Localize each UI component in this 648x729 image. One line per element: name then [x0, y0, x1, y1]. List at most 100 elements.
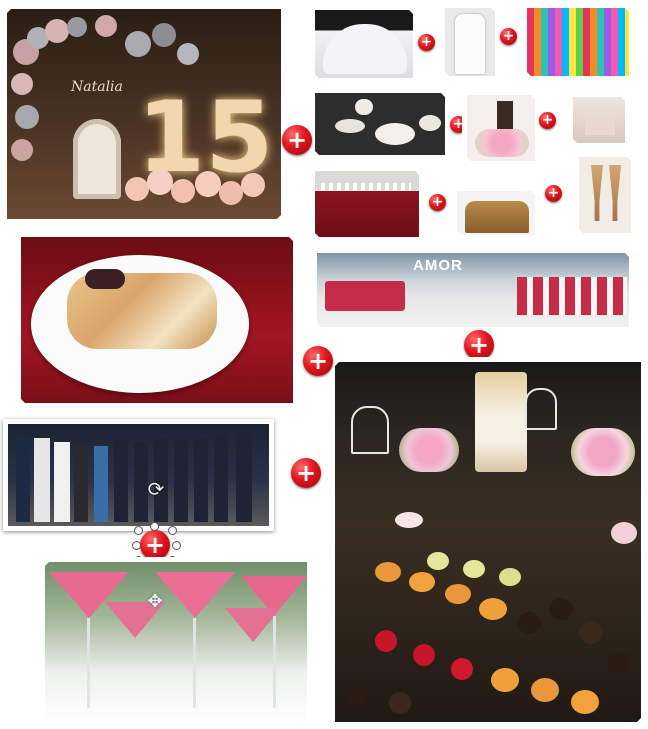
balloon [177, 43, 199, 65]
flower-arrangement [399, 428, 459, 472]
resize-handle[interactable] [150, 522, 159, 531]
plus-icon[interactable]: + [291, 458, 321, 488]
staff-person [74, 446, 88, 522]
plus-icon[interactable]: + [282, 125, 312, 155]
move-icon[interactable]: ✥ [144, 591, 166, 613]
lantern-centerpiece-thumb[interactable] [462, 90, 540, 166]
dessert [445, 584, 471, 604]
throne-chair [73, 119, 121, 199]
plus-icon[interactable]: + [429, 194, 446, 211]
dessert [389, 692, 411, 714]
gift-box [585, 117, 615, 135]
glass-stem [193, 618, 196, 708]
resize-handle[interactable] [172, 541, 181, 550]
plate [419, 115, 441, 131]
plus-icon[interactable]: + [303, 346, 333, 376]
chair-cover [455, 14, 485, 74]
dessert [463, 560, 485, 578]
balloon [95, 15, 117, 37]
balloon [11, 73, 33, 95]
champagne-flutes-thumb[interactable] [574, 152, 636, 238]
staff-person [34, 438, 50, 522]
dessert [409, 572, 435, 592]
flute [609, 165, 621, 221]
staff-person [174, 440, 188, 522]
flowers [475, 129, 529, 157]
balloon [171, 179, 195, 203]
staff-group-photo[interactable] [3, 419, 274, 531]
colored-fabrics-thumb[interactable] [522, 3, 634, 81]
dessert [427, 552, 449, 570]
birdcage [351, 406, 389, 454]
plate [375, 123, 415, 145]
glass-stem [273, 616, 276, 708]
staff-person [94, 446, 108, 522]
dessert [375, 630, 397, 652]
staff-person [214, 436, 228, 522]
garnish [85, 269, 125, 289]
balloon [67, 17, 87, 37]
resize-handle[interactable] [132, 541, 141, 550]
dessert [517, 612, 541, 634]
red-table-right [517, 277, 627, 315]
dessert [479, 598, 507, 620]
plus-icon[interactable]: + [464, 330, 494, 360]
dessert [413, 644, 435, 666]
glass-stem [87, 618, 90, 708]
dessert [611, 522, 637, 544]
plus-icon[interactable]: + [539, 112, 556, 129]
staff-person [114, 440, 128, 522]
balloon [147, 169, 173, 195]
plate [335, 119, 365, 133]
dessert [571, 690, 599, 714]
dessert [531, 678, 559, 702]
lantern [497, 101, 513, 131]
chair-cover-thumb[interactable] [440, 3, 500, 81]
teapot [355, 99, 373, 115]
red-table-thumb[interactable] [310, 166, 424, 242]
dessert [395, 512, 423, 528]
event-salon-photo[interactable]: AMOR [312, 248, 634, 332]
resize-handle[interactable] [168, 526, 177, 535]
rotate-icon[interactable]: ⟳ [145, 478, 167, 500]
plated-food-photo[interactable] [16, 232, 298, 408]
plus-icon[interactable]: + [140, 530, 170, 560]
plus-icon[interactable]: + [418, 34, 435, 51]
balloon [15, 105, 39, 129]
cake [475, 372, 527, 472]
dessert [491, 668, 519, 692]
salon-sign: AMOR [413, 257, 463, 274]
balloon [195, 171, 221, 197]
staff-person [54, 442, 70, 522]
tablecloth-thumb[interactable] [310, 5, 418, 83]
flute [591, 165, 603, 221]
staff-person [16, 438, 30, 522]
cocktails-photo[interactable] [40, 557, 312, 727]
plus-icon[interactable]: + [500, 28, 517, 45]
quince-decoration-photo[interactable]: Natalia 15 [2, 4, 286, 224]
birdcage [525, 388, 557, 430]
round-table [323, 24, 407, 74]
plus-icon[interactable]: + [545, 185, 562, 202]
dessert [579, 622, 603, 644]
balloon [45, 19, 69, 43]
balloon [125, 177, 149, 201]
dessert [451, 658, 473, 680]
red-table-left [325, 281, 405, 311]
dessert-table-photo[interactable] [330, 357, 646, 727]
staff-person [194, 438, 208, 522]
tableware-thumb[interactable] [310, 88, 450, 160]
balloon [11, 139, 33, 161]
balloon [152, 23, 176, 47]
dessert [549, 598, 573, 620]
wooden-chest-thumb[interactable] [452, 186, 540, 240]
name-sign: Natalia [71, 79, 123, 95]
balloon [241, 173, 265, 197]
dessert [607, 652, 631, 674]
staff-person [236, 434, 252, 522]
dessert [499, 568, 521, 586]
resize-handle[interactable] [134, 526, 143, 535]
flower-arrangement [571, 428, 635, 476]
gift-table-thumb[interactable] [568, 92, 630, 148]
glasses-row [321, 183, 411, 191]
